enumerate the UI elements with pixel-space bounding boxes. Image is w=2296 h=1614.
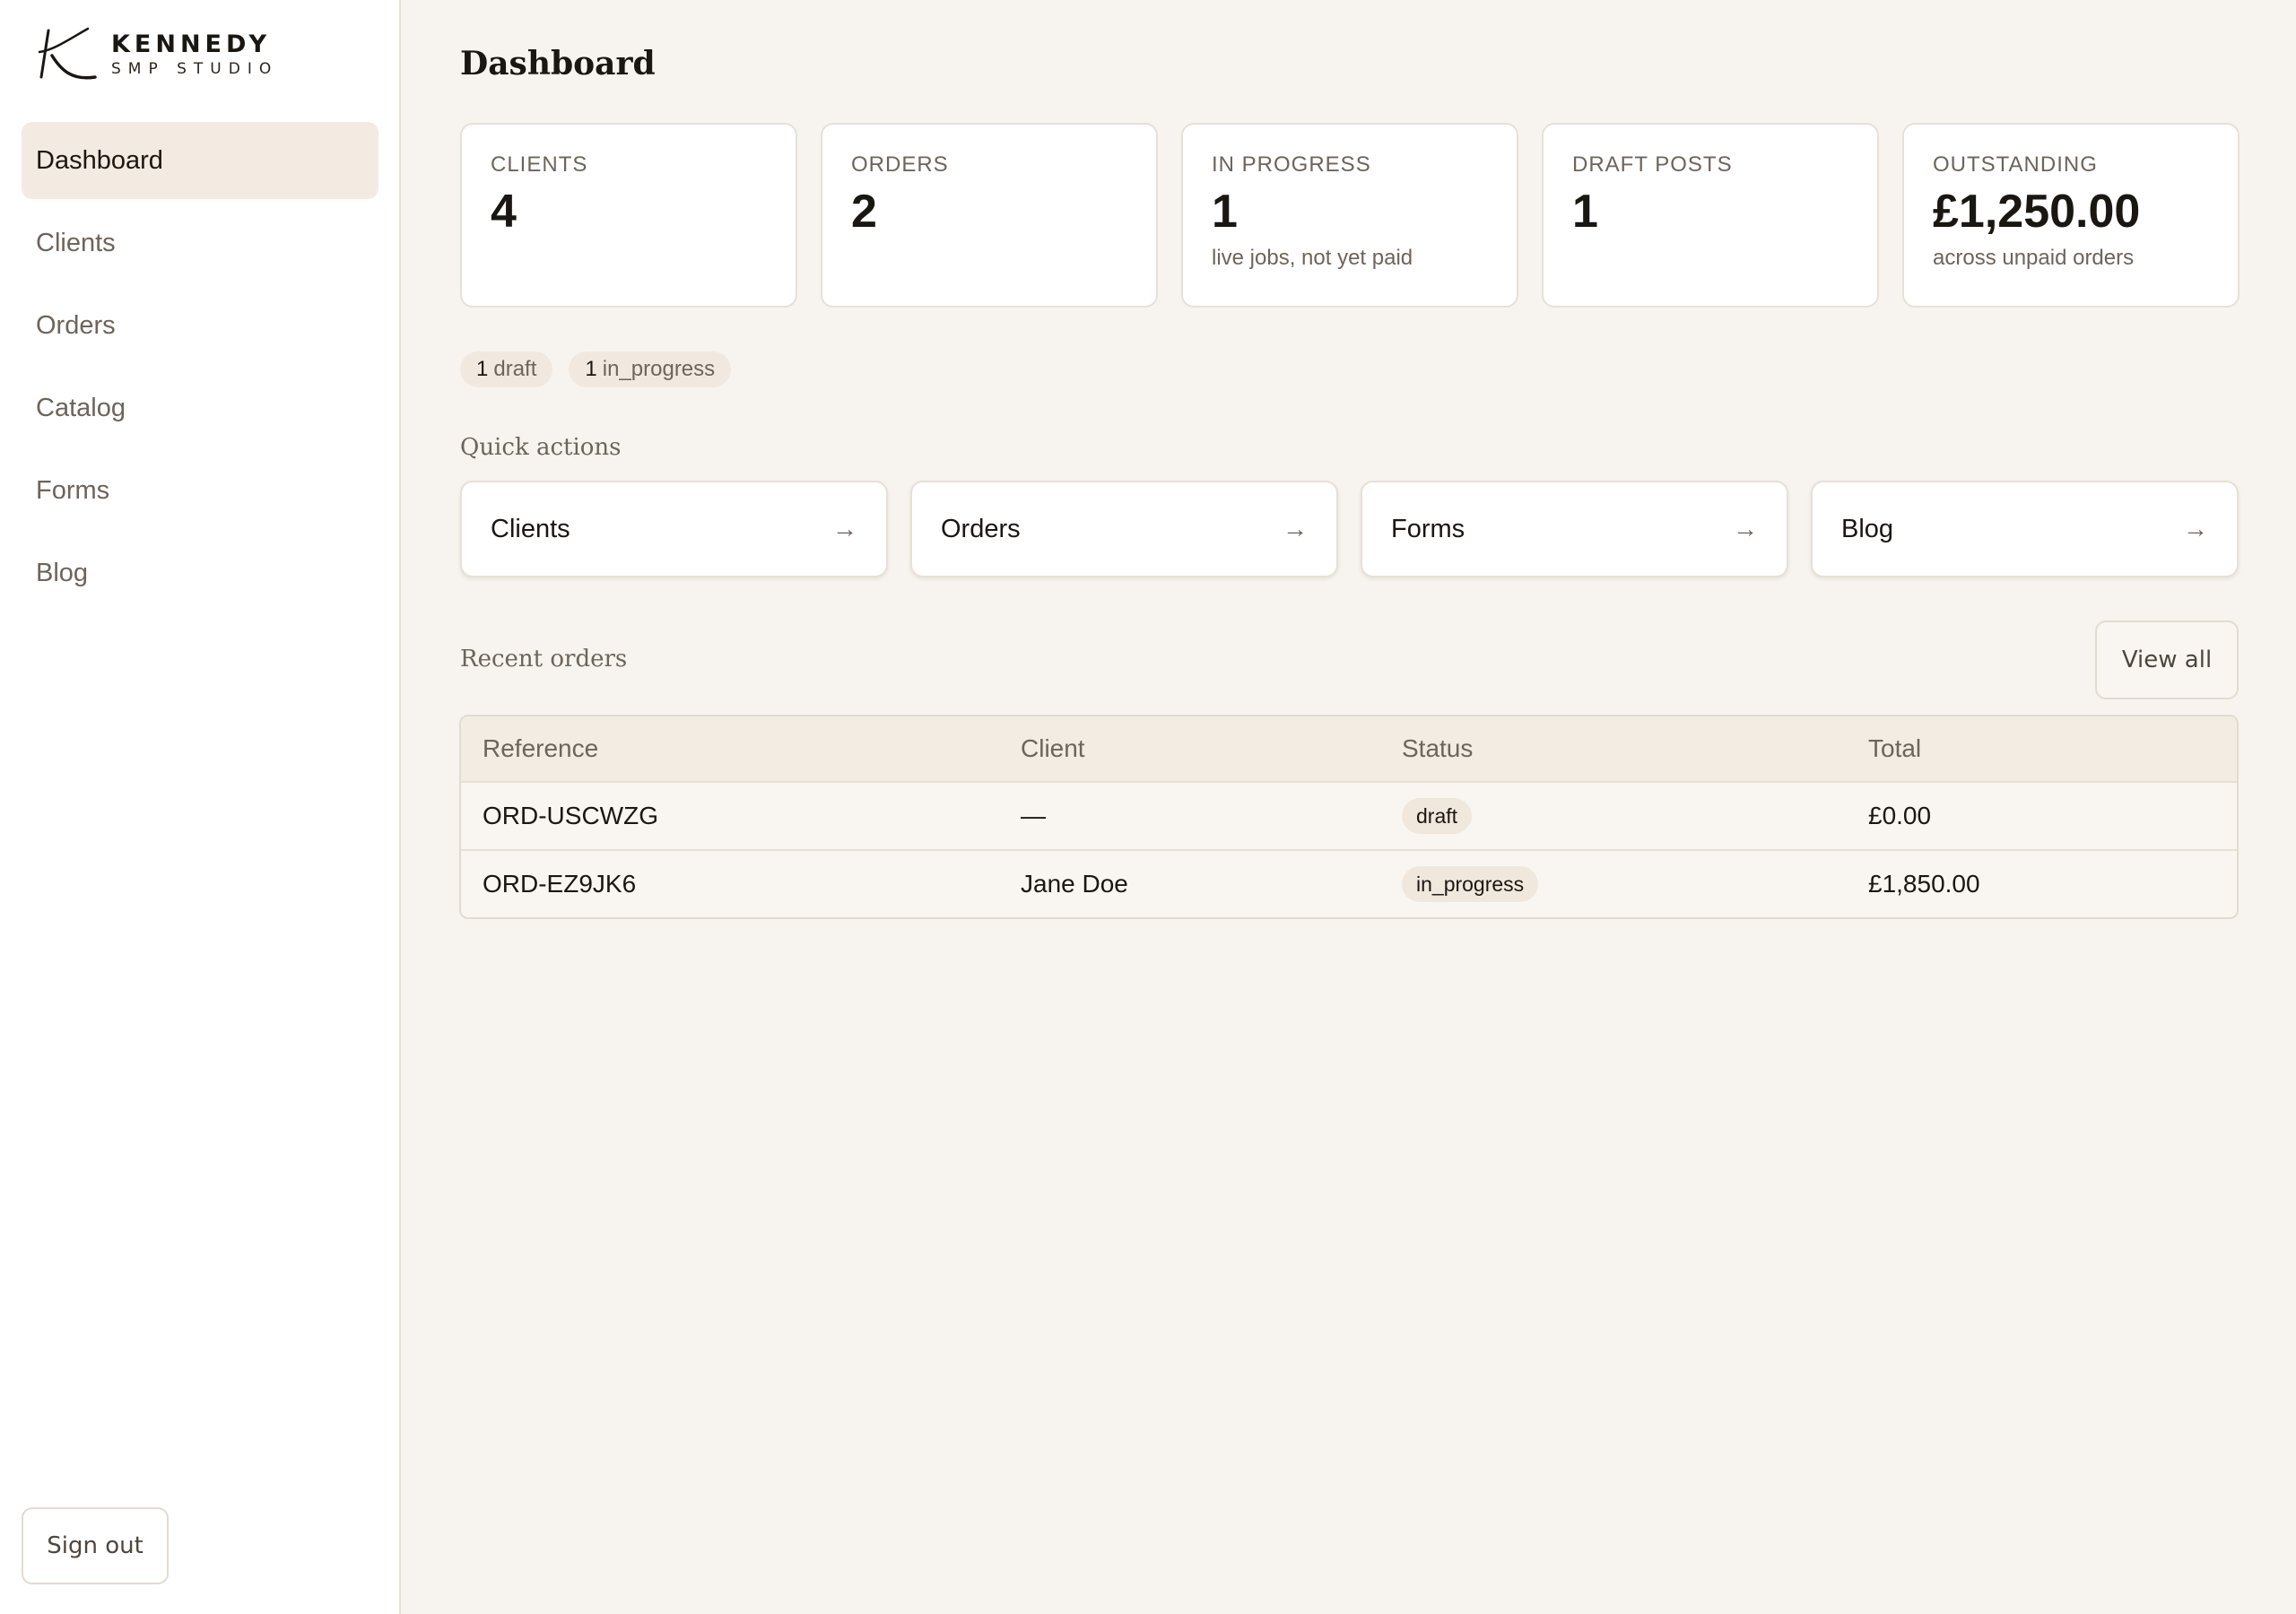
sidebar-nav: Dashboard Clients Orders Catalog Forms B… [22,122,378,617]
stat-value: £1,250.00 [1933,186,2141,238]
stat-label: IN PROGRESS [1212,152,1371,177]
arrow-right-icon: → [1733,515,1758,542]
stat-label: OUTSTANDING [1933,152,2098,177]
sidebar-item-orders[interactable]: Orders [22,287,378,364]
stat-caption: across unpaid orders [1933,246,2135,270]
brand-mark-icon [38,27,97,80]
order-total: £0.00 [1868,802,1932,829]
column-header-reference[interactable]: Reference [461,734,999,763]
stats-row: CLIENTS 4 ORDERS 2 IN PROGRESS 1 live jo… [460,123,2239,308]
quick-action-label: Blog [1841,514,1894,543]
sign-out-button[interactable]: Sign out [22,1507,169,1584]
stat-card-orders: ORDERS 2 [821,123,1158,308]
status-pill-in-progress: 1 in_progress [569,351,732,387]
sidebar: KENNEDY SMP STUDIO Dashboard Clients Ord… [0,0,401,1614]
arrow-right-icon: → [832,515,857,542]
quick-action-blog[interactable]: Blog → [1811,481,2239,577]
quick-action-label: Orders [941,514,1021,543]
quick-action-clients[interactable]: Clients → [460,481,888,577]
order-client: — [1021,802,1046,829]
quick-action-forms[interactable]: Forms → [1361,481,1788,577]
arrow-right-icon: → [2183,515,2208,542]
sidebar-item-blog[interactable]: Blog [22,534,378,612]
stat-value: 4 [491,186,517,238]
stat-label: CLIENTS [491,152,588,177]
arrow-right-icon: → [1283,515,1308,542]
page-title: Dashboard [460,45,656,82]
sidebar-item-catalog[interactable]: Catalog [22,369,378,447]
status-badge: draft [1402,798,1473,834]
status-badge: in_progress [1402,866,1539,902]
brand-subtitle: SMP STUDIO [111,60,279,78]
status-pill-draft: 1 draft [460,351,553,387]
pill-count: 1 [585,357,597,381]
stat-caption: live jobs, not yet paid [1212,246,1413,270]
sidebar-item-forms[interactable]: Forms [22,452,378,529]
order-status-cell: draft [1380,798,1847,834]
quick-action-label: Clients [491,514,570,543]
pill-label: in_progress [602,357,716,381]
stat-card-clients: CLIENTS 4 [460,123,797,308]
stat-value: 1 [1572,186,1598,238]
order-reference[interactable]: ORD-USCWZG [461,802,999,830]
quick-actions: Clients → Orders → Forms → Blog → [460,481,2239,577]
status-summary: 1 draft 1 in_progress [460,351,747,387]
recent-orders-table: Reference Client Status Total ORD-USCWZG… [459,715,2239,919]
order-total: £1,850.00 [1868,870,1980,898]
column-header-total[interactable]: Total [1847,734,2237,763]
view-all-button[interactable]: View all [2095,620,2239,699]
quick-action-orders[interactable]: Orders → [910,481,1338,577]
stat-label: ORDERS [851,152,949,177]
stat-card-in-progress: IN PROGRESS 1 live jobs, not yet paid [1181,123,1518,308]
quick-actions-title: Quick actions [460,434,622,461]
order-client: Jane Doe [1021,870,1128,898]
table-row[interactable]: ORD-EZ9JK6 Jane Doe in_progress £1,850.0… [461,849,2237,917]
stat-card-draft-posts: DRAFT POSTS 1 [1542,123,1879,308]
recent-orders-title: Recent orders [460,646,628,672]
stat-label: DRAFT POSTS [1572,152,1733,177]
order-reference[interactable]: ORD-EZ9JK6 [461,870,999,898]
column-header-client[interactable]: Client [999,734,1380,763]
sidebar-item-clients[interactable]: Clients [22,204,378,282]
pill-count: 1 [476,357,489,381]
table-header-row: Reference Client Status Total [461,716,2237,781]
stat-card-outstanding: OUTSTANDING £1,250.00 across unpaid orde… [1902,123,2239,308]
quick-action-label: Forms [1391,514,1465,543]
pill-label: draft [493,357,537,381]
table-row[interactable]: ORD-USCWZG — draft £0.00 [461,781,2237,849]
stat-value: 1 [1212,186,1238,238]
stat-value: 2 [851,186,877,238]
brand-name: KENNEDY [111,30,272,58]
column-header-status[interactable]: Status [1380,734,1847,763]
order-status-cell: in_progress [1380,866,1847,902]
brand-logo[interactable]: KENNEDY SMP STUDIO [36,25,278,84]
sidebar-item-dashboard[interactable]: Dashboard [22,122,378,199]
